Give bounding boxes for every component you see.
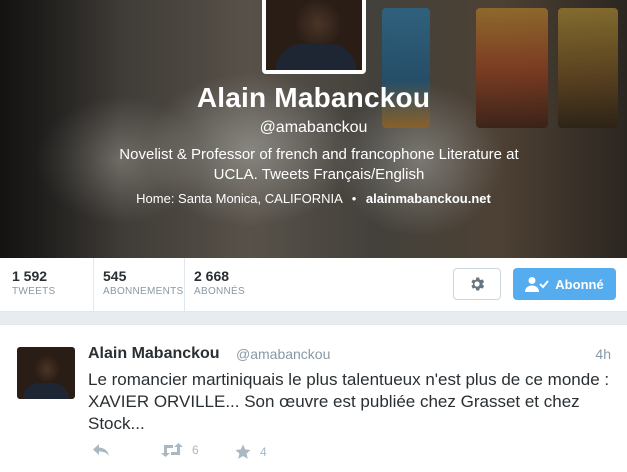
- stat-value: 1 592: [12, 268, 48, 284]
- star-icon: [235, 444, 251, 459]
- stat-label: ABONNÉS: [194, 286, 246, 297]
- profile-bio: Novelist & Professor of french and franc…: [119, 146, 519, 183]
- settings-button[interactable]: [453, 268, 501, 300]
- tweet-card[interactable]: Alain Mabanckou @amabanckou 4h Le romanc…: [0, 324, 627, 472]
- profile-name: Alain Mabanckou: [196, 82, 431, 113]
- divider: [93, 258, 94, 312]
- stat-label: ABONNEMENTS: [103, 286, 184, 297]
- retweet-count: 6: [192, 443, 199, 457]
- profile-avatar[interactable]: [262, 0, 366, 74]
- profile-website-link[interactable]: alainmabanckou.net: [366, 191, 491, 206]
- stat-followers[interactable]: 2 668 ABONNÉS: [194, 268, 245, 297]
- follow-button-label: Abonné: [555, 276, 604, 292]
- tweet-avatar[interactable]: [17, 347, 75, 399]
- retweet-icon: [161, 443, 183, 457]
- profile-location: Home: Santa Monica, CALIFORNIA: [136, 191, 343, 206]
- stat-value: 2 668: [194, 268, 230, 284]
- stat-label: TWEETS: [12, 286, 56, 297]
- tweet-timestamp[interactable]: 4h: [595, 346, 611, 362]
- stat-following[interactable]: 545 ABONNEMENTS: [103, 268, 184, 297]
- meta-separator: •: [351, 191, 357, 206]
- divider: [184, 258, 185, 312]
- retweet-button[interactable]: 6: [160, 443, 199, 457]
- reply-icon: [93, 444, 109, 456]
- user-check-icon: [525, 277, 550, 292]
- gear-icon: [471, 277, 485, 291]
- profile-handle: @amabanckou: [259, 119, 368, 136]
- favorite-button[interactable]: 4: [234, 443, 267, 461]
- profile-meta: Home: Santa Monica, CALIFORNIA • alainma…: [0, 191, 627, 206]
- follow-button[interactable]: Abonné: [513, 268, 616, 300]
- stat-tweets[interactable]: 1 592 TWEETS: [12, 268, 55, 297]
- favorite-count: 4: [260, 445, 267, 459]
- tweet-author-name[interactable]: Alain Mabanckou: [88, 345, 220, 363]
- reply-button[interactable]: [92, 443, 110, 457]
- stat-value: 545: [103, 268, 127, 284]
- profile-header: Alain Mabanckou @amabanckou Novelist & P…: [0, 0, 627, 258]
- tweet-author-handle[interactable]: @amabanckou: [236, 346, 330, 362]
- tweet-text: Le romancier martiniquais le plus talent…: [88, 370, 610, 433]
